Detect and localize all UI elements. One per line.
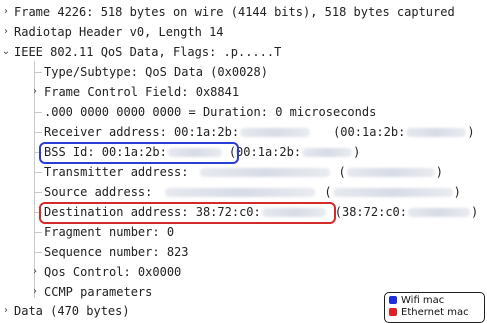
redacted-value (240, 128, 311, 137)
source-paren-close: ) (453, 185, 461, 199)
tree-branch-line (34, 232, 42, 233)
radiotap-summary: Radiotap Header v0, Length 14 (14, 25, 224, 39)
transmitter-paren-open: ( (338, 165, 346, 179)
chevron-right-icon[interactable]: › (1, 3, 11, 21)
redacted-value (302, 148, 353, 157)
legend-item-ethernet: Ethernet mac (389, 307, 469, 319)
legend-item-wifi: Wifi mac (389, 295, 444, 307)
redacted-value (165, 188, 316, 197)
ccmp-parameters-field: CCMP parameters (44, 285, 153, 299)
receiver-address-field: Receiver address: 00:1a:2b: (00:1a:2b:) (44, 123, 475, 141)
legend-ethernet-label: Ethernet mac (401, 307, 469, 318)
redacted-value (346, 168, 435, 177)
chevron-right-icon[interactable]: › (1, 302, 11, 320)
redacted-value (406, 128, 467, 137)
legend: Wifi mac Ethernet mac (384, 292, 485, 323)
chevron-right-icon[interactable]: › (1, 23, 11, 41)
ethernet-color-swatch (389, 308, 397, 316)
bss-paren-close: ) (353, 145, 361, 159)
tree-branch-line (34, 72, 42, 73)
tree-branch-line (34, 252, 42, 253)
chevron-right-icon[interactable]: › (30, 263, 40, 281)
frame-control-field: Frame Control Field: 0x8841 (44, 85, 240, 99)
wifi-mac-highlight (39, 142, 239, 164)
packet-details-tree: › Frame 4226: 518 bytes on wire (4144 bi… (0, 0, 487, 322)
tree-branch-line (34, 172, 42, 173)
destination-paren-close: ) (471, 205, 479, 219)
receiver-address-prefix: Receiver address: 00:1a:2b: (44, 125, 240, 139)
chevron-right-icon[interactable]: › (30, 83, 40, 101)
sequence-number-field: Sequence number: 823 (44, 245, 189, 259)
transmitter-address-field: Transmitter address: () (44, 163, 443, 181)
redacted-value (332, 188, 453, 197)
bss-paren-open: (00:1a:2b: (228, 145, 302, 159)
duration-field: .000 0000 0000 0000 = Duration: 0 micros… (44, 105, 377, 119)
receiver-paren-open: (00:1a:2b: (333, 125, 406, 139)
wifi-color-swatch (389, 296, 397, 304)
type-subtype-field: Type/Subtype: QoS Data (0x0028) (44, 65, 268, 79)
ieee80211-summary: IEEE 802.11 QoS Data, Flags: .p.....T (14, 45, 282, 59)
frame-summary: Frame 4226: 518 bytes on wire (4144 bits… (14, 5, 455, 19)
source-address-prefix: Source address: (44, 185, 153, 199)
transmitter-address-prefix: Transmitter address: (44, 165, 189, 179)
qos-control-field: Qos Control: 0x0000 (44, 265, 182, 279)
tree-branch-line (34, 132, 42, 133)
chevron-down-icon[interactable]: ⌄ (1, 43, 11, 61)
destination-paren-open: (38:72:c0: (334, 205, 407, 219)
receiver-paren-close: ) (467, 125, 475, 139)
chevron-right-icon[interactable]: › (30, 283, 40, 301)
source-address-field: Source address: () (44, 183, 461, 201)
transmitter-paren-close: ) (435, 165, 443, 179)
fragment-number-field: Fragment number: 0 (44, 225, 175, 239)
tree-branch-line (34, 192, 42, 193)
redacted-value (199, 168, 330, 177)
legend-wifi-label: Wifi mac (401, 295, 445, 306)
data-summary: Data (470 bytes) (14, 304, 130, 318)
ethernet-mac-highlight (39, 202, 336, 224)
tree-branch-line (34, 112, 42, 113)
redacted-value (408, 208, 470, 217)
source-paren-open: ( (324, 185, 332, 199)
